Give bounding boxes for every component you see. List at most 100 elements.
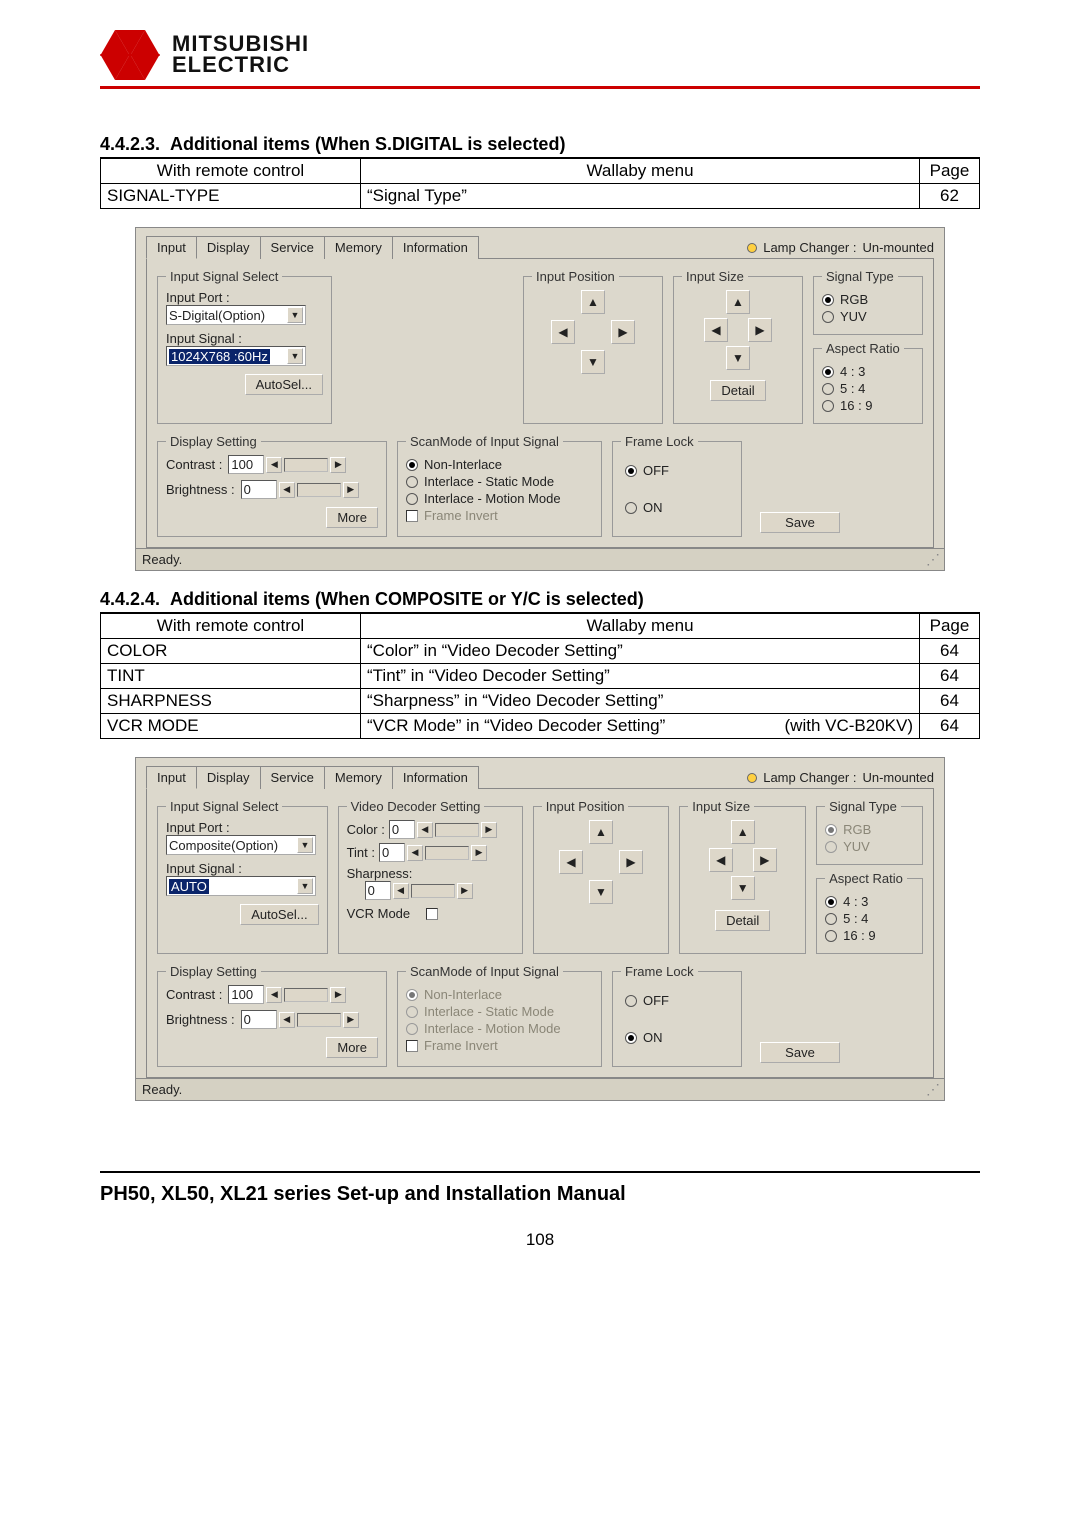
radio-non-interlace[interactable]: Non-Interlace — [406, 457, 593, 472]
size-up-button[interactable]: ▲ — [731, 820, 755, 844]
radio-interlace-static[interactable]: Interlace - Static Mode — [406, 474, 593, 489]
radio-16-9[interactable]: 16 : 9 — [822, 398, 914, 413]
chevron-down-icon[interactable]: ▼ — [297, 878, 313, 894]
radio-4-3[interactable]: 4 : 3 — [822, 364, 914, 379]
radio-framelock-on[interactable]: ON — [625, 500, 663, 515]
section-heading-composite: 4.4.2.4.Additional items (When COMPOSITE… — [100, 589, 980, 614]
chevron-down-icon[interactable]: ▼ — [297, 837, 313, 853]
resize-grip-icon[interactable]: ⋰ — [926, 1081, 938, 1098]
input-port-select[interactable]: Composite(Option)▼ — [166, 835, 316, 855]
tab-display[interactable]: Display — [196, 236, 261, 259]
tab-memory[interactable]: Memory — [324, 766, 393, 789]
size-right-button[interactable]: ▶ — [748, 318, 772, 342]
brightness-stepper[interactable]: 0 ◀▶ — [241, 480, 359, 499]
group-frame-lock: Frame Lock OFF ON — [612, 964, 742, 1067]
sharpness-stepper[interactable]: 0◀▶ — [365, 881, 473, 900]
group-input-size: Input Size ▲ ◀ ▶ ▼ Detail — [679, 799, 806, 954]
tab-information[interactable]: Information — [392, 766, 479, 789]
tint-stepper[interactable]: 0◀▶ — [379, 843, 487, 862]
size-left-button[interactable]: ◀ — [704, 318, 728, 342]
radio-framelock-on[interactable]: ON — [625, 1030, 663, 1045]
chevron-down-icon[interactable]: ▼ — [287, 348, 303, 364]
arrow-up-button[interactable]: ▲ — [589, 820, 613, 844]
arrow-down-button[interactable]: ▼ — [589, 880, 613, 904]
detail-button[interactable]: Detail — [710, 380, 765, 401]
contrast-stepper[interactable]: 100 ◀▶ — [228, 455, 346, 474]
group-input-size: Input Size ▲ ◀ ▶ ▼ Detail — [673, 269, 803, 424]
group-input-position: Input Position ▲ ◀▶ ▼ — [533, 799, 670, 954]
radio-4-3[interactable]: 4 : 3 — [825, 894, 914, 909]
input-port-select[interactable]: S-Digital(Option)▼ — [166, 305, 306, 325]
resize-grip-icon[interactable]: ⋰ — [926, 551, 938, 568]
table-row: COLOR“Color” in “Video Decoder Setting”6… — [101, 639, 980, 664]
more-button[interactable]: More — [326, 507, 378, 528]
save-button[interactable]: Save — [760, 1042, 840, 1063]
tab-service[interactable]: Service — [260, 766, 325, 789]
size-down-button[interactable]: ▼ — [731, 876, 755, 900]
label-input-port: Input Port : — [166, 290, 323, 305]
tab-information[interactable]: Information — [392, 236, 479, 259]
radio-5-4[interactable]: 5 : 4 — [822, 381, 914, 396]
status-bar: Ready.⋰ — [136, 1078, 944, 1100]
contrast-stepper[interactable]: 100◀▶ — [228, 985, 346, 1004]
label-color: Color : — [347, 822, 385, 837]
screenshot-sdigital: Input Display Service Memory Information… — [135, 227, 945, 571]
label-brightness: Brightness : — [166, 1012, 235, 1027]
autosel-button[interactable]: AutoSel... — [240, 904, 318, 925]
radio-framelock-off[interactable]: OFF — [625, 993, 669, 1008]
tab-display[interactable]: Display — [196, 766, 261, 789]
section-heading-sdigital: 4.4.2.3.Additional items (When S.DIGITAL… — [100, 134, 980, 159]
tab-input[interactable]: Input — [146, 766, 197, 789]
th-page: Page — [920, 159, 980, 184]
radio-non-interlace: Non-Interlace — [406, 987, 593, 1002]
more-button[interactable]: More — [326, 1037, 378, 1058]
group-frame-lock: Frame Lock OFF ON — [612, 434, 742, 537]
arrow-left-icon[interactable]: ◀ — [266, 457, 282, 473]
label-input-signal: Input Signal : — [166, 861, 319, 876]
save-button[interactable]: Save — [760, 512, 840, 533]
tabs: Input Display Service Memory Information — [146, 236, 478, 259]
radio-rgb[interactable]: RGB — [822, 292, 914, 307]
radio-yuv: YUV — [825, 839, 914, 854]
tab-input[interactable]: Input — [146, 236, 197, 259]
label-brightness: Brightness : — [166, 482, 235, 497]
arrow-down-button[interactable]: ▼ — [581, 350, 605, 374]
input-signal-select[interactable]: AUTO▼ — [166, 876, 316, 896]
arrow-right-icon[interactable]: ▶ — [343, 482, 359, 498]
size-down-button[interactable]: ▼ — [726, 346, 750, 370]
arrow-up-button[interactable]: ▲ — [581, 290, 605, 314]
size-up-button[interactable]: ▲ — [726, 290, 750, 314]
size-left-button[interactable]: ◀ — [709, 848, 733, 872]
tab-service[interactable]: Service — [260, 236, 325, 259]
table-row: SHARPNESS“Sharpness” in “Video Decoder S… — [101, 689, 980, 714]
radio-16-9[interactable]: 16 : 9 — [825, 928, 914, 943]
tab-memory[interactable]: Memory — [324, 236, 393, 259]
check-vcr-mode[interactable]: VCR Mode — [347, 906, 514, 921]
arrow-left-button[interactable]: ◀ — [559, 850, 583, 874]
arrow-left-icon[interactable]: ◀ — [279, 482, 295, 498]
label-input-signal: Input Signal : — [166, 331, 323, 346]
group-video-decoder: Video Decoder Setting Color : 0◀▶ Tint :… — [338, 799, 523, 954]
arrow-right-button[interactable]: ▶ — [619, 850, 643, 874]
color-stepper[interactable]: 0◀▶ — [389, 820, 497, 839]
status-dot-icon — [747, 773, 757, 783]
arrow-right-icon[interactable]: ▶ — [330, 457, 346, 473]
group-scanmode: ScanMode of Input Signal Non-Interlace I… — [397, 964, 602, 1067]
detail-button[interactable]: Detail — [715, 910, 770, 931]
autosel-button[interactable]: AutoSel... — [245, 374, 323, 395]
radio-interlace-motion[interactable]: Interlace - Motion Mode — [406, 491, 593, 506]
table-row: TINT“Tint” in “Video Decoder Setting”64 — [101, 664, 980, 689]
radio-rgb: RGB — [825, 822, 914, 837]
chevron-down-icon[interactable]: ▼ — [287, 307, 303, 323]
input-signal-select[interactable]: 1024X768 :60Hz▼ — [166, 346, 306, 366]
table-sdigital: With remote control Wallaby menu Page SI… — [100, 158, 980, 209]
radio-yuv[interactable]: YUV — [822, 309, 914, 324]
table-composite: With remote control Wallaby menu Page CO… — [100, 613, 980, 739]
radio-5-4[interactable]: 5 : 4 — [825, 911, 914, 926]
group-scanmode: ScanMode of Input Signal Non-Interlace I… — [397, 434, 602, 537]
arrow-left-button[interactable]: ◀ — [551, 320, 575, 344]
size-right-button[interactable]: ▶ — [753, 848, 777, 872]
brightness-stepper[interactable]: 0◀▶ — [241, 1010, 359, 1029]
arrow-right-button[interactable]: ▶ — [611, 320, 635, 344]
radio-framelock-off[interactable]: OFF — [625, 463, 669, 478]
